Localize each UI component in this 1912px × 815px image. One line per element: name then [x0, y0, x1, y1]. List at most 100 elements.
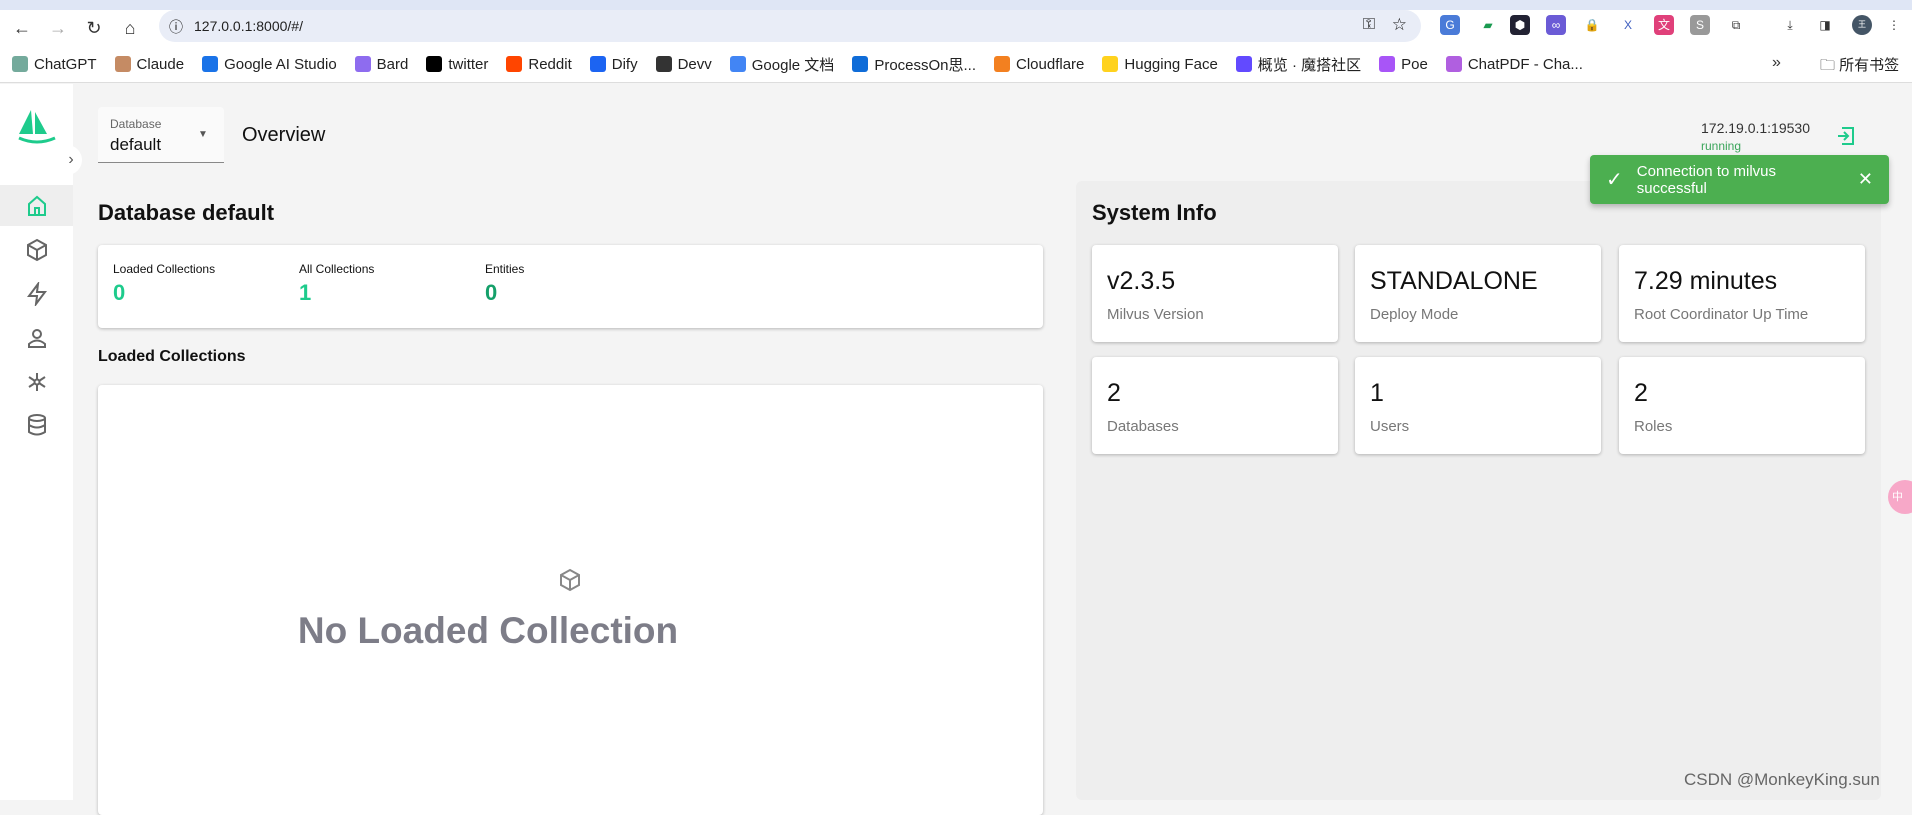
server-status: running: [1701, 139, 1742, 153]
extension-icon[interactable]: S: [1690, 15, 1710, 35]
forward-icon[interactable]: →: [46, 16, 70, 40]
stat-value: 0: [113, 280, 126, 305]
database-select-label: Database: [110, 117, 162, 131]
bookmark-item[interactable]: ProcessOn思...: [852, 54, 976, 75]
stat-value: 0: [485, 280, 498, 305]
loaded-collections-panel: No Loaded Collection: [98, 385, 1043, 815]
bookmark-icon: [1235, 56, 1252, 72]
bookmark-label: ProcessOn思...: [874, 56, 977, 74]
avatar[interactable]: 王: [1852, 15, 1872, 35]
side-panel-icon[interactable]: ◨: [1815, 15, 1835, 35]
bookmark-item[interactable]: Poe: [1379, 56, 1428, 73]
bookmark-item[interactable]: Dify: [589, 55, 638, 73]
bookmark-label: Poe: [1401, 55, 1428, 73]
info-icon[interactable]: ⓘ: [169, 17, 183, 37]
bookmark-label: Bard: [376, 55, 409, 73]
puzzle-icon[interactable]: ⧉: [1726, 15, 1746, 35]
system-info-card: 2 Roles: [1619, 357, 1865, 454]
sidebar-item-system[interactable]: [0, 361, 73, 402]
more-bookmarks-button[interactable]: »: [1772, 54, 1781, 72]
sidebar-item-collections[interactable]: [0, 229, 73, 270]
sidebar-item-search[interactable]: [0, 273, 73, 314]
bookmark-icon: [1445, 56, 1462, 72]
back-icon[interactable]: ←: [10, 16, 34, 40]
bookmark-icon: [426, 56, 443, 72]
caret-down-icon: ▼: [198, 129, 208, 140]
key-icon[interactable]: ⚿: [1363, 16, 1375, 34]
bookmark-label: Google 文档: [751, 56, 835, 74]
bookmark-item[interactable]: Google 文档: [729, 54, 835, 75]
extension-icon[interactable]: ⬢: [1510, 15, 1530, 35]
watermark: CSDN @MonkeyKing.sun: [1684, 770, 1880, 789]
card-value: 2: [1634, 379, 1648, 407]
all-bookmarks-folder[interactable]: 🗀 所有书签: [1820, 54, 1899, 80]
menu-icon[interactable]: ⋮: [1884, 15, 1904, 35]
success-toast: ✓ Connection to milvus successful ✕: [1590, 155, 1889, 204]
stat-value: 1: [299, 280, 312, 305]
close-icon[interactable]: ✕: [1858, 169, 1873, 190]
bookmark-item[interactable]: Devv: [655, 56, 712, 73]
download-icon[interactable]: ⤓: [1780, 15, 1800, 35]
logout-icon[interactable]: [1834, 124, 1858, 148]
address-bar[interactable]: ⓘ 127.0.0.1:8000/#/ ⚿ ☆: [159, 10, 1421, 42]
bookmark-label: 概览 · 魔搭社区: [1257, 56, 1362, 74]
bookmark-item[interactable]: Hugging Face: [1102, 56, 1218, 73]
extension-icon[interactable]: X: [1618, 15, 1638, 35]
bookmark-icon: [1379, 56, 1396, 72]
bookmark-icon: [994, 56, 1011, 72]
browser-toolbar: ← → ↻ ⌂ ⓘ 127.0.0.1:8000/#/ ⚿ ☆ G ▰ ⬢ ∞ …: [0, 10, 1912, 46]
bookmark-label: Cloudflare: [1016, 55, 1085, 73]
star-icon[interactable]: ☆: [1392, 15, 1407, 35]
card-value: STANDALONE: [1370, 267, 1538, 295]
bookmark-icon: [114, 56, 131, 72]
bookmark-item[interactable]: twitter: [426, 56, 488, 73]
card-value: v2.3.5: [1107, 267, 1176, 295]
bolt-icon: [26, 281, 47, 306]
database-title: Database default: [98, 200, 275, 225]
url-text[interactable]: 127.0.0.1:8000/#/: [194, 18, 303, 34]
database-select[interactable]: Database default ▼: [98, 107, 224, 163]
stat-loaded-collections: Loaded Collections 0: [113, 262, 215, 306]
bookmark-label: Dify: [611, 55, 638, 73]
reload-icon[interactable]: ↻: [82, 16, 106, 40]
extension-icon[interactable]: ▰: [1478, 15, 1498, 35]
cube-icon: [26, 238, 47, 261]
extension-icon[interactable]: ∞: [1546, 15, 1566, 35]
home-icon[interactable]: ⌂: [118, 16, 142, 40]
lock-extension-icon[interactable]: 🔒: [1582, 15, 1602, 35]
network-icon: [27, 372, 46, 391]
bookmark-item[interactable]: 概览 · 魔搭社区: [1235, 54, 1362, 75]
milvus-logo: [18, 110, 56, 144]
bookmark-item[interactable]: Google AI Studio: [202, 56, 337, 73]
bookmark-label: twitter: [448, 55, 489, 73]
system-info-card: v2.3.5 Milvus Version: [1092, 245, 1338, 342]
bookmark-icon: [1102, 56, 1119, 72]
bookmark-item[interactable]: ChatPDF - Cha...: [1445, 55, 1583, 73]
translate-float-button[interactable]: 中: [1888, 480, 1912, 514]
bookmark-item[interactable]: Bard: [354, 55, 409, 73]
system-info-card: STANDALONE Deploy Mode: [1355, 245, 1601, 342]
sidebar-item-overview[interactable]: [0, 185, 73, 226]
home-icon: [27, 195, 46, 216]
stat-label: All Collections: [299, 262, 375, 276]
database-select-value: default: [110, 135, 162, 154]
bookmark-icon: [729, 56, 746, 72]
translate-extension-icon[interactable]: G: [1440, 15, 1460, 35]
card-label: Databases: [1107, 418, 1179, 435]
extension-icon[interactable]: 文: [1654, 15, 1674, 35]
bookmark-icon: [12, 56, 28, 72]
sidebar-item-databases[interactable]: [0, 404, 73, 445]
bookmark-label: ChatPDF - Cha...: [1467, 55, 1583, 73]
sidebar-item-users[interactable]: [0, 317, 73, 358]
stat-label: Loaded Collections: [113, 262, 216, 276]
system-info-title: System Info: [1092, 200, 1217, 225]
bookmark-item[interactable]: Claude: [114, 56, 184, 73]
bookmark-item[interactable]: ChatGPT: [12, 56, 97, 73]
bookmark-item[interactable]: Cloudflare: [994, 56, 1084, 73]
bookmark-icon: [655, 56, 672, 72]
tab-strip: [0, 0, 1912, 10]
expand-sidebar-button[interactable]: ›: [60, 145, 82, 175]
all-bookmarks-label: 所有书签: [1839, 57, 1900, 74]
bookmark-item[interactable]: Reddit: [506, 56, 572, 73]
card-label: Roles: [1634, 418, 1673, 435]
